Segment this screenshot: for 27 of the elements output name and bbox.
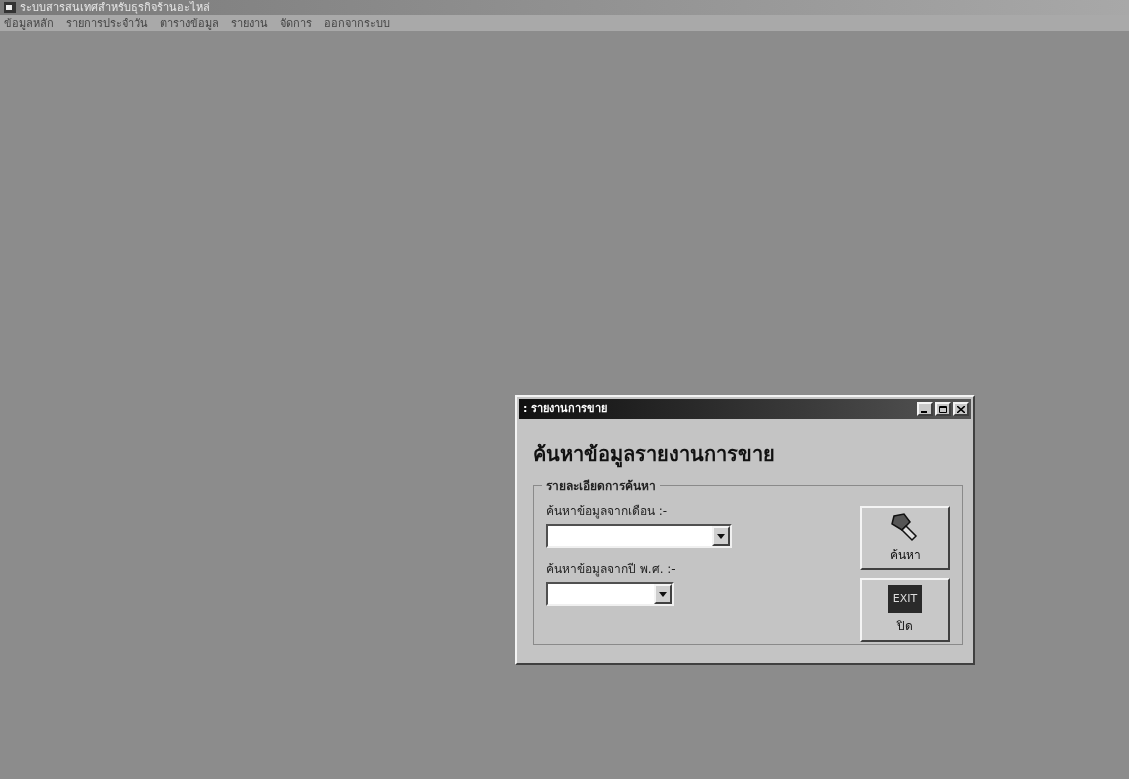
close-icon [957, 405, 965, 413]
dropdown-button[interactable] [712, 526, 730, 546]
menu-item[interactable]: ตารางข้อมูล [160, 17, 219, 29]
minimize-button[interactable] [917, 402, 933, 416]
menu-item[interactable]: รายการประจำวัน [66, 17, 148, 29]
menu-item[interactable]: จัดการ [280, 17, 312, 29]
caret-icon [659, 591, 667, 597]
dropdown-field[interactable] [546, 582, 674, 606]
menu-item[interactable]: ออกจากระบบ [324, 17, 390, 29]
maximize-icon [939, 405, 947, 413]
dialog-title: : รายงานการขาย [523, 400, 608, 417]
dialog-heading: ค้นหาข้อมูลรายงานการขาย [533, 441, 776, 469]
menu-item[interactable]: รายงาน [231, 17, 268, 29]
exit-sign-icon: EXIT [888, 585, 922, 613]
dropdown-button[interactable] [654, 584, 672, 604]
field-label: ค้นหาข้อมูลจากเดือน :- [546, 503, 669, 520]
maximize-button[interactable] [935, 402, 951, 416]
dropdown-field[interactable] [546, 524, 732, 548]
app-icon [4, 2, 16, 13]
window-title: ระบบสารสนเทศสำหรับธุรกิจร้านอะไหล่ [20, 2, 210, 13]
close-button[interactable]: EXIT ปิด [860, 578, 950, 642]
search-button[interactable]: ค้นหา [860, 506, 950, 570]
field-label: ค้นหาข้อมูลจากปี พ.ศ. :- [546, 561, 677, 578]
close-button[interactable] [953, 402, 969, 416]
menu-item[interactable]: ข้อมูลหลัก [4, 17, 54, 29]
flashlight-icon [890, 512, 920, 542]
caret-icon [717, 533, 725, 539]
